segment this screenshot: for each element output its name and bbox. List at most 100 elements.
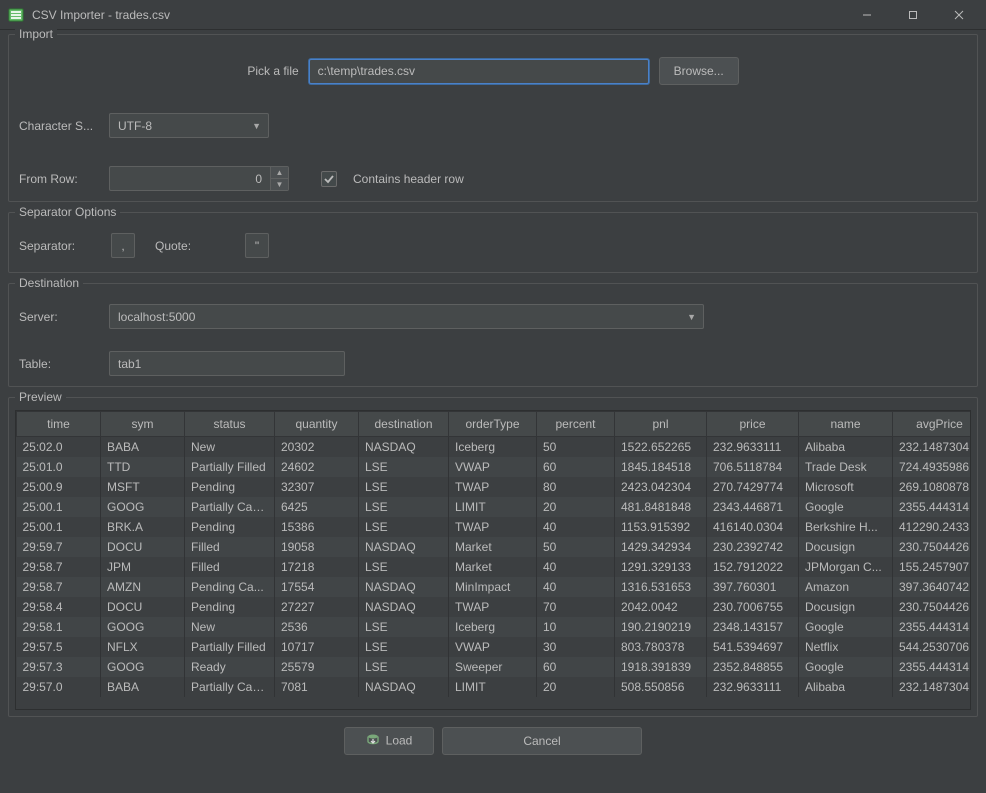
table-cell: 230.7504426 — [893, 597, 971, 617]
table-cell: 1316.531653 — [615, 577, 707, 597]
column-header[interactable]: time — [17, 412, 101, 437]
table-cell: 2355.444314 — [893, 657, 971, 677]
column-header[interactable]: name — [799, 412, 893, 437]
table-cell: 29:58.7 — [17, 557, 101, 577]
table-row[interactable]: 25:00.9MSFTPending32307LSETWAP802423.042… — [17, 477, 971, 497]
server-select[interactable]: localhost:5000 — [109, 304, 704, 329]
table-cell: Berkshire H... — [799, 517, 893, 537]
table-row[interactable]: 29:57.3GOOGReady25579LSESweeper601918.39… — [17, 657, 971, 677]
table-cell: NASDAQ — [359, 577, 449, 597]
table-row[interactable]: 29:58.7AMZNPending Ca...17554NASDAQMinIm… — [17, 577, 971, 597]
table-cell: Netflix — [799, 637, 893, 657]
table-cell: Ready — [185, 657, 275, 677]
table-cell: 25:00.1 — [17, 497, 101, 517]
table-cell: 80 — [537, 477, 615, 497]
table-row[interactable]: 29:58.4DOCUPending27227NASDAQTWAP702042.… — [17, 597, 971, 617]
from-row-input[interactable] — [109, 166, 289, 191]
table-cell: LSE — [359, 477, 449, 497]
table-cell: Google — [799, 657, 893, 677]
table-cell: 1429.342934 — [615, 537, 707, 557]
file-path-input[interactable] — [309, 59, 649, 84]
table-cell: Market — [449, 557, 537, 577]
table-row[interactable]: 29:58.1GOOGNew2536LSEIceberg10190.219021… — [17, 617, 971, 637]
table-cell: Trade Desk — [799, 457, 893, 477]
column-header[interactable]: pnl — [615, 412, 707, 437]
table-cell: 29:57.5 — [17, 637, 101, 657]
quote-input[interactable] — [245, 233, 269, 258]
table-cell: 20 — [537, 677, 615, 697]
charset-select[interactable]: UTF-8 — [109, 113, 269, 138]
table-cell: 25:00.9 — [17, 477, 101, 497]
server-label: Server: — [19, 310, 99, 324]
table-cell: 416140.0304 — [707, 517, 799, 537]
table-cell: BABA — [101, 437, 185, 458]
table-cell: 25579 — [275, 657, 359, 677]
table-cell: 1918.391839 — [615, 657, 707, 677]
table-cell: 50 — [537, 537, 615, 557]
table-cell: Microsoft — [799, 477, 893, 497]
column-header[interactable]: status — [185, 412, 275, 437]
table-cell: 803.780378 — [615, 637, 707, 657]
table-row[interactable]: 29:58.7JPMFilled17218LSEMarket401291.329… — [17, 557, 971, 577]
column-header[interactable]: orderType — [449, 412, 537, 437]
pick-file-label: Pick a file — [247, 64, 298, 78]
browse-button[interactable]: Browse... — [659, 57, 739, 85]
column-header[interactable]: quantity — [275, 412, 359, 437]
table-row[interactable]: 25:00.1GOOGPartially Can...6425LSELIMIT2… — [17, 497, 971, 517]
column-header[interactable]: sym — [101, 412, 185, 437]
table-cell: Partially Can... — [185, 497, 275, 517]
table-cell: 230.7504426 — [893, 537, 971, 557]
preview-table-scroll[interactable]: timesymstatusquantitydestinationorderTyp… — [16, 411, 970, 709]
table-row[interactable]: 29:57.0BABAPartially Can...7081NASDAQLIM… — [17, 677, 971, 697]
table-cell: Amazon — [799, 577, 893, 597]
table-row[interactable]: 29:59.7DOCUFilled19058NASDAQMarket501429… — [17, 537, 971, 557]
table-cell: 397.3640742 — [893, 577, 971, 597]
table-cell: 2536 — [275, 617, 359, 637]
table-cell: 190.2190219 — [615, 617, 707, 637]
table-cell: GOOG — [101, 497, 185, 517]
spinner-down-button[interactable]: ▼ — [271, 179, 288, 190]
column-header[interactable]: price — [707, 412, 799, 437]
table-cell: LIMIT — [449, 677, 537, 697]
table-cell: 70 — [537, 597, 615, 617]
table-cell: Filled — [185, 537, 275, 557]
action-bar: Load Cancel — [8, 717, 978, 765]
table-cell: LSE — [359, 457, 449, 477]
table-cell: 25:02.0 — [17, 437, 101, 458]
table-name-input[interactable] — [109, 351, 345, 376]
minimize-button[interactable] — [844, 0, 890, 30]
header-row-checkbox[interactable] — [321, 171, 337, 187]
column-header[interactable]: percent — [537, 412, 615, 437]
destination-group: Destination Server: localhost:5000 ▼ Tab… — [8, 283, 978, 387]
table-cell: Pending — [185, 477, 275, 497]
table-cell: Pending — [185, 597, 275, 617]
table-cell: 6425 — [275, 497, 359, 517]
table-row[interactable]: 25:02.0BABANew20302NASDAQIceberg501522.6… — [17, 437, 971, 458]
maximize-button[interactable] — [890, 0, 936, 30]
table-cell: Filled — [185, 557, 275, 577]
table-cell: 20302 — [275, 437, 359, 458]
load-button[interactable]: Load — [344, 727, 434, 755]
table-cell: 29:58.1 — [17, 617, 101, 637]
charset-label: Character S... — [19, 119, 99, 133]
table-row[interactable]: 25:01.0TTDPartially Filled24602LSEVWAP60… — [17, 457, 971, 477]
table-row[interactable]: 29:57.5NFLXPartially Filled10717LSEVWAP3… — [17, 637, 971, 657]
table-cell: TWAP — [449, 517, 537, 537]
table-cell: 2352.848855 — [707, 657, 799, 677]
table-cell: LSE — [359, 497, 449, 517]
from-row-label: From Row: — [19, 172, 99, 186]
separator-input[interactable] — [111, 233, 135, 258]
column-header[interactable]: destination — [359, 412, 449, 437]
separator-legend: Separator Options — [15, 205, 120, 219]
table-row[interactable]: 25:00.1BRK.APending15386LSETWAP401153.91… — [17, 517, 971, 537]
table-cell: 60 — [537, 657, 615, 677]
table-cell: 1291.329133 — [615, 557, 707, 577]
table-cell: 50 — [537, 437, 615, 458]
cancel-button[interactable]: Cancel — [442, 727, 642, 755]
column-header[interactable]: avgPrice — [893, 412, 971, 437]
spinner-up-button[interactable]: ▲ — [271, 167, 288, 179]
close-button[interactable] — [936, 0, 982, 30]
table-cell: NASDAQ — [359, 597, 449, 617]
table-cell: 724.4935986 — [893, 457, 971, 477]
table-cell: 412290.2433 — [893, 517, 971, 537]
